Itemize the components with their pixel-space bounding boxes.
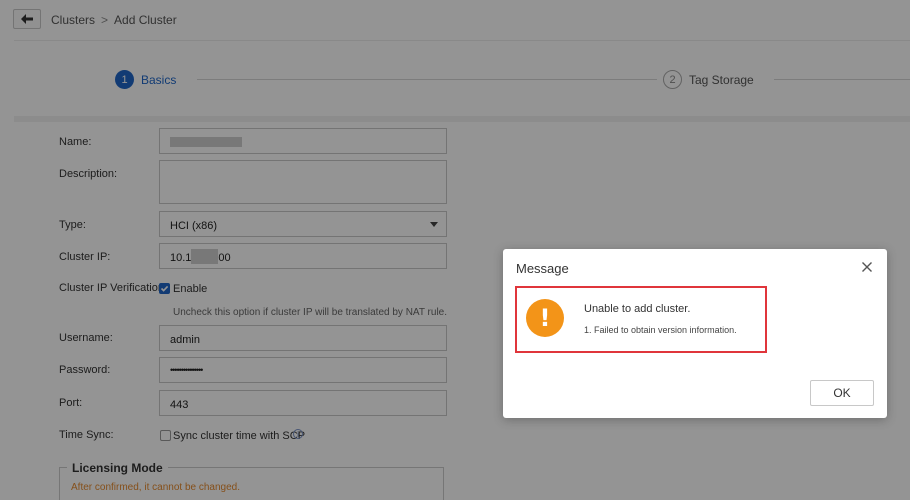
close-button[interactable]: [859, 259, 875, 275]
error-message-box: ! Unable to add cluster. 1. Failed to ob…: [515, 286, 767, 353]
ok-button[interactable]: OK: [810, 380, 874, 406]
error-detail: 1. Failed to obtain version information.: [584, 325, 737, 335]
error-message: Unable to add cluster.: [584, 303, 691, 315]
message-dialog: Message ! Unable to add cluster. 1. Fail…: [503, 249, 887, 418]
dialog-title: Message: [516, 261, 569, 276]
warning-icon: !: [526, 299, 564, 337]
close-icon: [862, 262, 872, 272]
